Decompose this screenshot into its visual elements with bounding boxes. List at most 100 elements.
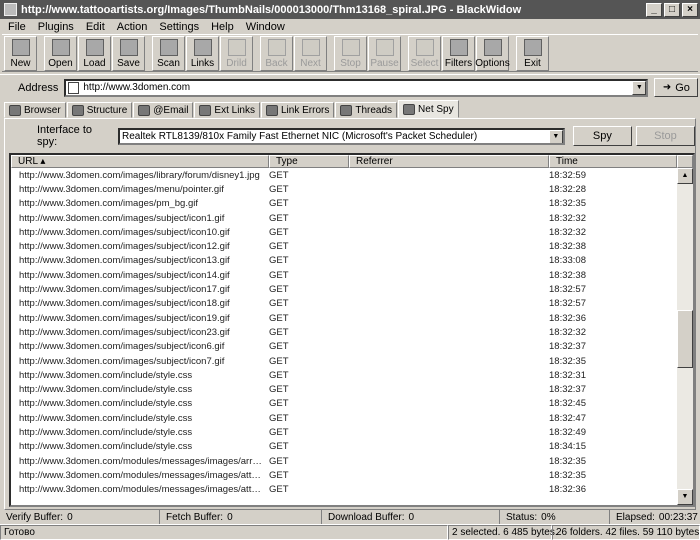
- table-row[interactable]: http://www.3domen.com/images/library/for…: [11, 168, 679, 182]
- table-row[interactable]: http://www.3domen.com/images/subject/ico…: [11, 325, 679, 339]
- table-row[interactable]: http://www.3domen.com/include/style.css G…: [11, 411, 679, 425]
- menu-help[interactable]: Help: [205, 21, 240, 33]
- interface-dropdown-button[interactable]: ▼: [548, 129, 563, 143]
- type-cell: GET: [269, 469, 289, 481]
- tab-link-errors[interactable]: Link Errors: [261, 102, 335, 118]
- time-cell: 18:32:37: [549, 341, 586, 353]
- links-button[interactable]: Links: [186, 36, 219, 71]
- table-row[interactable]: http://www.3domen.com/modules/messages/i…: [11, 483, 679, 497]
- table-row[interactable]: http://www.3domen.com/images/menu/pointe…: [11, 182, 679, 196]
- table-row[interactable]: http://www.3domen.com/images/subject/ico…: [11, 354, 679, 368]
- select-icon: [415, 39, 434, 56]
- url-cell: http://www.3domen.com/images/subject/ico…: [19, 341, 225, 353]
- tab-strip: Browser Structure @Email Ext Links Link …: [4, 100, 460, 118]
- page-icon: [68, 81, 80, 94]
- save-button[interactable]: Save: [112, 36, 145, 71]
- address-input[interactable]: http://www.3domen.com ▼: [64, 78, 649, 97]
- table-row[interactable]: http://www.3domen.com/images/subject/ico…: [11, 211, 679, 225]
- new-button[interactable]: New: [4, 36, 37, 71]
- table-row[interactable]: http://www.3domen.com/include/style.css G…: [11, 397, 679, 411]
- type-cell: GET: [269, 341, 289, 353]
- close-button[interactable]: ×: [682, 2, 698, 17]
- table-row[interactable]: http://www.3domen.com/images/pm_bg.gif GE…: [11, 197, 679, 211]
- options-button[interactable]: Options: [475, 36, 510, 71]
- minimize-button[interactable]: _: [646, 2, 662, 17]
- structure-icon: [71, 104, 84, 116]
- tab-threads[interactable]: Threads: [335, 102, 398, 118]
- load-icon: [85, 39, 104, 56]
- address-value: http://www.3domen.com: [83, 82, 191, 93]
- url-cell: http://www.3domen.com/images/subject/ico…: [19, 241, 230, 253]
- url-cell: http://www.3domen.com/include/style.css: [19, 441, 193, 453]
- table-row[interactable]: http://www.3domen.com/images/subject/ico…: [11, 225, 679, 239]
- drild-button[interactable]: Drild: [220, 36, 253, 71]
- time-cell: 18:32:59: [549, 169, 586, 181]
- tab-structure[interactable]: Structure: [66, 102, 133, 118]
- table-row[interactable]: http://www.3domen.com/include/style.css G…: [11, 368, 679, 382]
- filters-button[interactable]: Filters: [442, 36, 475, 71]
- table-row[interactable]: http://www.3domen.com/images/subject/ico…: [11, 282, 679, 296]
- stop-button[interactable]: Stop: [635, 126, 696, 146]
- menu-plugins[interactable]: Plugins: [32, 21, 80, 33]
- menu-window[interactable]: Window: [240, 21, 291, 33]
- menu-settings[interactable]: Settings: [153, 21, 205, 33]
- table-row[interactable]: http://www.3domen.com/include/style.css G…: [11, 425, 679, 439]
- tab-net-spy[interactable]: Net Spy: [398, 100, 459, 118]
- address-dropdown-button[interactable]: ▼: [632, 80, 647, 95]
- pause-button[interactable]: Pause: [368, 36, 401, 71]
- tab-email[interactable]: @Email: [133, 102, 194, 118]
- url-cell: http://www.3domen.com/modules/messages/i…: [19, 469, 263, 481]
- interface-select[interactable]: Realtek RTL8139/810x Family Fast Etherne…: [118, 127, 565, 145]
- time-cell: 18:32:36: [549, 484, 586, 496]
- column-time[interactable]: Time: [549, 155, 677, 168]
- url-cell: http://www.3domen.com/images/subject/ico…: [19, 355, 225, 367]
- table-row[interactable]: http://www.3domen.com/images/subject/ico…: [11, 340, 679, 354]
- table-row[interactable]: http://www.3domen.com/include/style.css G…: [11, 382, 679, 396]
- table-row[interactable]: http://www.3domen.com/modules/messages/i…: [11, 454, 679, 468]
- exit-button[interactable]: Exit: [516, 36, 549, 71]
- time-cell: 18:32:35: [549, 455, 586, 467]
- table-row[interactable]: http://www.3domen.com/images/subject/ico…: [11, 239, 679, 253]
- table-row[interactable]: http://www.3domen.com/include/style.css G…: [11, 440, 679, 454]
- menu-edit[interactable]: Edit: [80, 21, 111, 33]
- table-row[interactable]: http://www.3domen.com/images/subject/ico…: [11, 311, 679, 325]
- buffer-bar: Verify Buffer: 0 Fetch Buffer: 0 Download …: [0, 510, 700, 524]
- toolbar: New Open Load Save Scan Links Drild Back…: [2, 34, 698, 72]
- url-cell: http://www.3domen.com/include/style.css: [19, 426, 193, 438]
- net-spy-panel: Interface to spy: Realtek RTL8139/810x F…: [4, 118, 696, 510]
- go-button[interactable]: ➜ Go: [654, 78, 699, 97]
- spy-button[interactable]: Spy: [572, 126, 632, 146]
- menu-action[interactable]: Action: [111, 21, 154, 33]
- vertical-scrollbar[interactable]: ▲ ▼: [677, 168, 693, 505]
- time-cell: 18:32:57: [549, 298, 586, 310]
- maximize-button[interactable]: □: [664, 2, 680, 17]
- status-bar: Готово 2 selected. 6 485 bytes. 26 folde…: [0, 524, 700, 540]
- scan-button[interactable]: Scan: [152, 36, 185, 71]
- interface-value: Realtek RTL8139/810x Family Fast Etherne…: [122, 130, 478, 142]
- select-button[interactable]: Select: [408, 36, 441, 71]
- open-button[interactable]: Open: [44, 36, 77, 71]
- back-button[interactable]: Back: [260, 36, 293, 71]
- stop-toolbar-button[interactable]: Stop: [334, 36, 367, 71]
- column-referrer[interactable]: Referrer: [349, 155, 549, 168]
- column-url[interactable]: URL ▴: [11, 155, 269, 168]
- tab-ext-links[interactable]: Ext Links: [194, 102, 260, 118]
- next-button[interactable]: Next: [294, 36, 327, 71]
- type-cell: GET: [269, 269, 289, 281]
- url-cell: http://www.3domen.com/include/style.css: [19, 384, 193, 396]
- table-row[interactable]: http://www.3domen.com/images/subject/ico…: [11, 254, 679, 268]
- column-type[interactable]: Type: [269, 155, 349, 168]
- time-cell: 18:32:37: [549, 384, 586, 396]
- scroll-thumb[interactable]: [677, 310, 693, 368]
- new-page-icon: [11, 39, 30, 56]
- load-button[interactable]: Load: [78, 36, 111, 71]
- tab-browser[interactable]: Browser: [4, 102, 66, 118]
- menu-file[interactable]: File: [2, 21, 32, 33]
- scroll-up-arrow-icon[interactable]: ▲: [677, 168, 693, 184]
- url-cell: http://www.3domen.com/images/library/for…: [19, 169, 260, 181]
- table-row[interactable]: http://www.3domen.com/images/subject/ico…: [11, 268, 679, 282]
- table-row[interactable]: http://www.3domen.com/images/subject/ico…: [11, 297, 679, 311]
- scroll-down-arrow-icon[interactable]: ▼: [677, 489, 693, 505]
- table-row[interactable]: http://www.3domen.com/modules/messages/i…: [11, 468, 679, 482]
- type-cell: GET: [269, 355, 289, 367]
